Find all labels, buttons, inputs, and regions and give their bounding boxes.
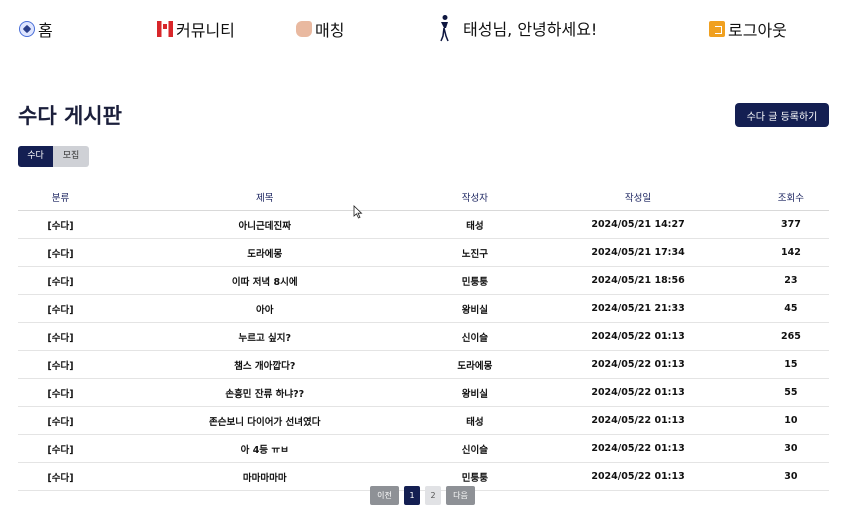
post-title[interactable]: 이따 저녁 8시에: [102, 266, 427, 295]
post-date: 2024/05/22 01:13: [523, 462, 753, 491]
post-category: [수다]: [18, 238, 103, 267]
post-views: 377: [752, 210, 829, 239]
post-author: 왕비실: [426, 378, 524, 407]
table-row[interactable]: [수다] 아 4등 ㅠㅂ 신이슬 2024/05/22 01:13 30: [18, 434, 829, 463]
post-title[interactable]: 손흥민 잔류 하냐??: [102, 378, 427, 407]
prev-page-button[interactable]: 이전: [370, 486, 399, 505]
page-1-button[interactable]: 1: [404, 486, 420, 505]
post-category: [수다]: [18, 406, 103, 435]
soccer-ball-icon: [19, 21, 35, 37]
post-views: 45: [752, 294, 829, 323]
table-row[interactable]: [수다] 누르고 싶지? 신이슬 2024/05/22 01:13 265: [18, 322, 829, 351]
handshake-icon: [296, 21, 312, 37]
post-title[interactable]: 챔스 개아깝다?: [102, 350, 427, 379]
post-views: 15: [752, 350, 829, 379]
nav-community[interactable]: 커뮤니티: [157, 17, 235, 41]
column-header-views: 조회수: [752, 184, 829, 211]
post-author: 왕비실: [426, 294, 524, 323]
post-title[interactable]: 아 4등 ㅠㅂ: [102, 434, 427, 463]
nav-home[interactable]: 홈: [19, 17, 53, 41]
post-views: 10: [752, 406, 829, 435]
table-row[interactable]: [수다] 아아 왕비실 2024/05/21 21:33 45: [18, 294, 829, 323]
post-views: 142: [752, 238, 829, 267]
table-row[interactable]: [수다] 손흥민 잔류 하냐?? 왕비실 2024/05/22 01:13 55: [18, 378, 829, 407]
post-author: 신이슬: [426, 434, 524, 463]
table-row[interactable]: [수다] 챔스 개아깝다? 도라에몽 2024/05/22 01:13 15: [18, 350, 829, 379]
post-views: 55: [752, 378, 829, 407]
post-author: 민퉁퉁: [426, 266, 524, 295]
page-2-button[interactable]: 2: [425, 486, 441, 505]
post-date: 2024/05/21 14:27: [523, 210, 753, 239]
post-date: 2024/05/22 01:13: [523, 406, 753, 435]
post-date: 2024/05/22 01:13: [523, 350, 753, 379]
post-title[interactable]: 아니근데진짜: [102, 210, 427, 239]
board-tabs: 수다 모집: [18, 146, 89, 167]
user-greeting: 태성님, 안녕하세요!: [437, 14, 597, 42]
post-category: [수다]: [18, 294, 103, 323]
post-author: 태성: [426, 210, 524, 239]
table-header-row: 분류 제목 작성자 작성일 조회수: [18, 184, 829, 211]
next-page-button[interactable]: 다음: [446, 486, 475, 505]
post-category: [수다]: [18, 378, 103, 407]
post-date: 2024/05/21 17:34: [523, 238, 753, 267]
post-date: 2024/05/21 21:33: [523, 294, 753, 323]
nav-logout-label: 로그아웃: [728, 21, 787, 40]
nav-matching[interactable]: 매칭: [296, 17, 344, 41]
post-author: 태성: [426, 406, 524, 435]
post-views: 30: [752, 434, 829, 463]
post-date: 2024/05/22 01:13: [523, 434, 753, 463]
table-row[interactable]: [수다] 존슨보니 다이어가 선녀였다 태성 2024/05/22 01:13 …: [18, 406, 829, 435]
post-views: 30: [752, 462, 829, 491]
pagination: 이전 1 2 다음: [370, 486, 475, 505]
table-row[interactable]: [수다] 도라에몽 노진구 2024/05/21 17:34 142: [18, 238, 829, 267]
post-category: [수다]: [18, 462, 103, 491]
post-author: 노진구: [426, 238, 524, 267]
post-date: 2024/05/21 18:56: [523, 266, 753, 295]
post-title[interactable]: 누르고 싶지?: [102, 322, 427, 351]
mouse-cursor-icon: [353, 205, 363, 219]
post-category: [수다]: [18, 434, 103, 463]
post-date: 2024/05/22 01:13: [523, 322, 753, 351]
register-post-button[interactable]: 수다 글 등록하기: [735, 103, 829, 127]
page-title: 수다 게시판: [18, 104, 122, 128]
nav-community-label: 커뮤니티: [176, 21, 235, 40]
canada-flag-icon: [157, 21, 173, 37]
post-category: [수다]: [18, 350, 103, 379]
column-header-category: 분류: [18, 184, 103, 211]
club-crest-icon: [440, 15, 449, 42]
post-category: [수다]: [18, 210, 103, 239]
post-category: [수다]: [18, 266, 103, 295]
post-title[interactable]: 아아: [102, 294, 427, 323]
post-author: 신이슬: [426, 322, 524, 351]
post-category: [수다]: [18, 322, 103, 351]
column-header-date: 작성일: [523, 184, 753, 211]
post-title[interactable]: 존슨보니 다이어가 선녀였다: [102, 406, 427, 435]
nav-home-label: 홈: [38, 21, 53, 40]
posts-table: 분류 제목 작성자 작성일 조회수 [수다] 아니근데진짜 태성 2024/05…: [18, 184, 829, 491]
nav-matching-label: 매칭: [315, 21, 345, 40]
table-row[interactable]: [수다] 아니근데진짜 태성 2024/05/21 14:27 377: [18, 210, 829, 239]
post-views: 265: [752, 322, 829, 351]
logout-icon: [709, 21, 725, 37]
table-row[interactable]: [수다] 이따 저녁 8시에 민퉁퉁 2024/05/21 18:56 23: [18, 266, 829, 295]
column-header-title: 제목: [102, 184, 427, 211]
tab-chat[interactable]: 수다: [18, 146, 53, 167]
nav-logout[interactable]: 로그아웃: [709, 17, 787, 41]
post-date: 2024/05/22 01:13: [523, 378, 753, 407]
tab-recruit[interactable]: 모집: [53, 146, 89, 167]
greeting-text: 태성님, 안녕하세요!: [463, 20, 598, 39]
post-views: 23: [752, 266, 829, 295]
post-author: 도라에몽: [426, 350, 524, 379]
post-title[interactable]: 도라에몽: [102, 238, 427, 267]
top-nav: 홈 커뮤니티 매칭 태성님, 안녕하세요! 로그아웃: [0, 0, 847, 56]
column-header-author: 작성자: [426, 184, 524, 211]
